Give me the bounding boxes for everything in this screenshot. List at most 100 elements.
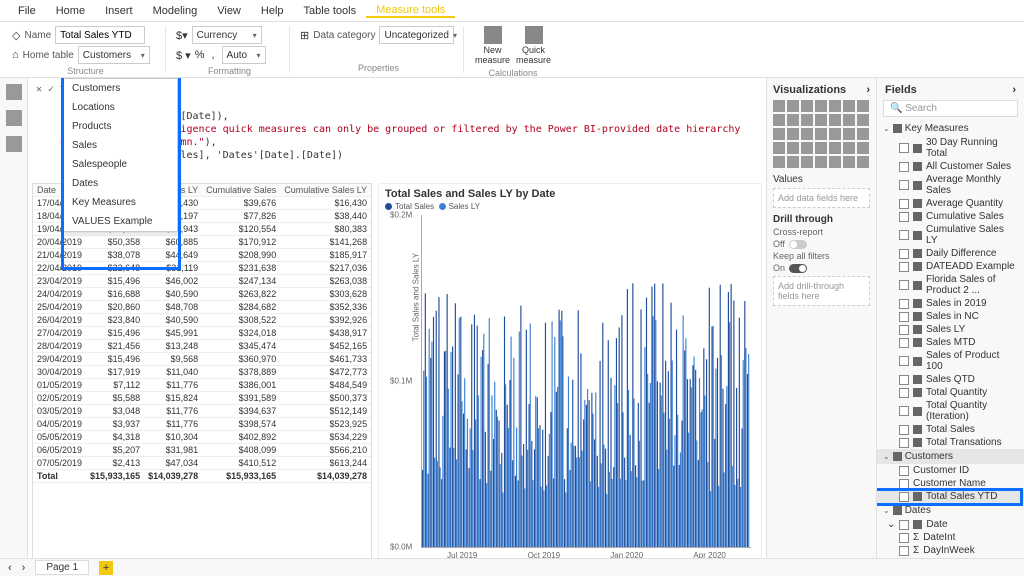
- field-item[interactable]: Σ DayInWeek: [877, 544, 1024, 557]
- dropdown-item[interactable]: Dates: [64, 174, 177, 193]
- field-item[interactable]: ⌄Date: [877, 518, 1024, 531]
- table-row[interactable]: 03/05/2019$3,048$11,776$394,637$512,149: [33, 405, 371, 418]
- table-row[interactable]: 20/04/2019$50,358$60,885$170,912$141,268: [33, 236, 371, 249]
- table-row[interactable]: 24/04/2019$16,688$40,590$263,822$303,628: [33, 288, 371, 301]
- format-dropdown[interactable]: Currency▾: [192, 26, 262, 44]
- field-item[interactable]: Total Quantity: [877, 386, 1024, 399]
- table-row[interactable]: 22/04/2019$22,648$31,119$231,638$217,036: [33, 262, 371, 275]
- decimals-dropdown[interactable]: Auto▾: [222, 46, 266, 64]
- currency-icon: $▾: [176, 29, 188, 42]
- new-measure-button[interactable]: New measure: [474, 26, 511, 66]
- field-item[interactable]: Sales in NC: [877, 310, 1024, 323]
- quick-measure-button[interactable]: Quick measure: [515, 26, 552, 66]
- data-table[interactable]: DateSalesSales LYCumulative SalesCumulat…: [32, 183, 372, 558]
- percent-button[interactable]: %: [195, 49, 205, 61]
- table-row[interactable]: 06/05/2019$5,207$31,981$408,099$566,210: [33, 444, 371, 457]
- field-item[interactable]: Sales QTD: [877, 373, 1024, 386]
- table-row[interactable]: 23/04/2019$15,496$46,002$247,134$263,038: [33, 275, 371, 288]
- table-row[interactable]: 02/05/2019$5,588$15,824$391,589$500,373: [33, 392, 371, 405]
- model-view-icon[interactable]: [6, 136, 22, 152]
- field-item[interactable]: Cumulative Sales LY: [877, 223, 1024, 247]
- table-row[interactable]: 29/04/2019$15,496$9,568$360,970$461,733: [33, 353, 371, 366]
- menu-modeling[interactable]: Modeling: [143, 5, 208, 17]
- data-category-dropdown[interactable]: Uncategorized▾: [379, 26, 454, 44]
- menu-file[interactable]: File: [8, 5, 46, 17]
- field-item[interactable]: Sales of Product 100: [877, 349, 1024, 373]
- table-key-measures[interactable]: ⌄Key Measures: [877, 121, 1024, 136]
- data-view-icon[interactable]: [6, 110, 22, 126]
- table-row[interactable]: 30/04/2019$17,919$11,040$378,889$472,773: [33, 366, 371, 379]
- home-table-icon: ⌂: [12, 49, 19, 61]
- chart-plot: Total Sales and Sales LY $0.2M $0.1M $0.…: [421, 215, 751, 548]
- viz-gallery[interactable]: [773, 100, 870, 168]
- measure-name-input[interactable]: [55, 26, 145, 44]
- field-item[interactable]: Σ DateInt: [877, 531, 1024, 544]
- field-item[interactable]: Average Monthly Sales: [877, 173, 1024, 197]
- field-list[interactable]: ⌄Key Measures 30 Day Running TotalAll Cu…: [877, 121, 1024, 558]
- field-item[interactable]: Σ DayOfMonth: [877, 557, 1024, 558]
- view-rail: [0, 78, 28, 558]
- visualizations-panel: Visualizations› Values Add data fields h…: [766, 78, 876, 558]
- dropdown-item[interactable]: Locations: [64, 98, 177, 117]
- field-item[interactable]: Customer Name: [877, 477, 1024, 490]
- field-item[interactable]: Daily Difference: [877, 247, 1024, 260]
- values-dropzone[interactable]: Add data fields here: [773, 188, 870, 208]
- field-item[interactable]: Florida Sales of Product 2 ...: [877, 273, 1024, 297]
- field-item[interactable]: Average Quantity: [877, 197, 1024, 210]
- field-item[interactable]: Total Quantity (Iteration): [877, 399, 1024, 423]
- home-table-dropdown-list[interactable]: Customers Locations Products Sales Sales…: [63, 78, 178, 232]
- table-row[interactable]: 21/04/2019$38,078$44,649$208,990$185,917: [33, 249, 371, 262]
- keep-filters-toggle[interactable]: [789, 264, 807, 273]
- currency-button[interactable]: $ ▾: [176, 49, 191, 62]
- chart-bar[interactable]: Total Sales and Sales LY by Date Total S…: [378, 183, 762, 558]
- next-page-icon[interactable]: ›: [22, 562, 26, 574]
- field-item[interactable]: Cumulative Sales: [877, 210, 1024, 223]
- table-row[interactable]: 04/05/2019$3,937$11,776$398,574$523,925: [33, 418, 371, 431]
- fields-search[interactable]: 🔍 Search: [883, 100, 1018, 117]
- field-item[interactable]: Total Transations: [877, 436, 1024, 449]
- menu-help[interactable]: Help: [251, 5, 294, 17]
- table-dates[interactable]: ⌄Dates: [877, 503, 1024, 518]
- dropdown-item[interactable]: VALUES Example: [64, 212, 177, 231]
- table-row[interactable]: 26/04/2019$23,840$40,590$308,522$392,926: [33, 314, 371, 327]
- field-item[interactable]: Sales MTD: [877, 336, 1024, 349]
- menu-home[interactable]: Home: [46, 5, 95, 17]
- menu-insert[interactable]: Insert: [95, 5, 143, 17]
- menu-measure-tools[interactable]: Measure tools: [366, 4, 455, 18]
- menu-table-tools[interactable]: Table tools: [294, 5, 367, 17]
- report-view-icon[interactable]: [6, 84, 22, 100]
- field-total-sales-ytd[interactable]: Total Sales YTD: [877, 490, 1024, 503]
- field-item[interactable]: Sales LY: [877, 323, 1024, 336]
- field-item[interactable]: 30 Day Running Total: [877, 136, 1024, 160]
- dropdown-item[interactable]: Customers: [64, 79, 177, 98]
- table-row[interactable]: 07/05/2019$2,413$47,034$410,512$613,244: [33, 457, 371, 470]
- cross-report-toggle[interactable]: [789, 240, 807, 249]
- prev-page-icon[interactable]: ‹: [8, 562, 12, 574]
- page-tab[interactable]: Page 1: [35, 560, 89, 575]
- dropdown-item[interactable]: Key Measures: [64, 193, 177, 212]
- field-item[interactable]: Sales in 2019: [877, 297, 1024, 310]
- table-row[interactable]: 27/04/2019$15,496$45,991$324,018$438,917: [33, 327, 371, 340]
- field-item[interactable]: Total Sales: [877, 423, 1024, 436]
- table-row[interactable]: 25/04/2019$20,860$48,708$284,682$352,336: [33, 301, 371, 314]
- chevron-right-icon[interactable]: ›: [1012, 84, 1016, 96]
- table-row[interactable]: 05/05/2019$4,318$10,304$402,892$534,229: [33, 431, 371, 444]
- table-row[interactable]: 01/05/2019$7,112$11,776$386,001$484,549: [33, 379, 371, 392]
- drillthrough-dropzone[interactable]: Add drill-through fields here: [773, 276, 870, 306]
- dropdown-item[interactable]: Salespeople: [64, 155, 177, 174]
- field-item[interactable]: All Customer Sales: [877, 160, 1024, 173]
- field-item[interactable]: DATEADD Example: [877, 260, 1024, 273]
- dropdown-item[interactable]: Products: [64, 117, 177, 136]
- dropdown-item[interactable]: Sales: [64, 136, 177, 155]
- main: ✕ ✓ YTD = IF( ISFILTERED('Dates'[Date]),…: [0, 78, 1024, 558]
- ribbon: ◇ Name ⌂ Home table Customers▾ Structure…: [0, 22, 1024, 78]
- chevron-right-icon[interactable]: ›: [866, 84, 870, 96]
- add-page-button[interactable]: +: [99, 561, 113, 575]
- field-item[interactable]: Customer ID: [877, 464, 1024, 477]
- thousands-button[interactable]: ,: [211, 49, 214, 61]
- menu-view[interactable]: View: [207, 5, 251, 17]
- table-customers[interactable]: ⌄Customers: [877, 449, 1024, 464]
- home-table-dropdown[interactable]: Customers▾: [78, 46, 150, 64]
- category-icon: ⊞: [300, 29, 309, 42]
- table-row[interactable]: 28/04/2019$21,456$13,248$345,474$452,165: [33, 340, 371, 353]
